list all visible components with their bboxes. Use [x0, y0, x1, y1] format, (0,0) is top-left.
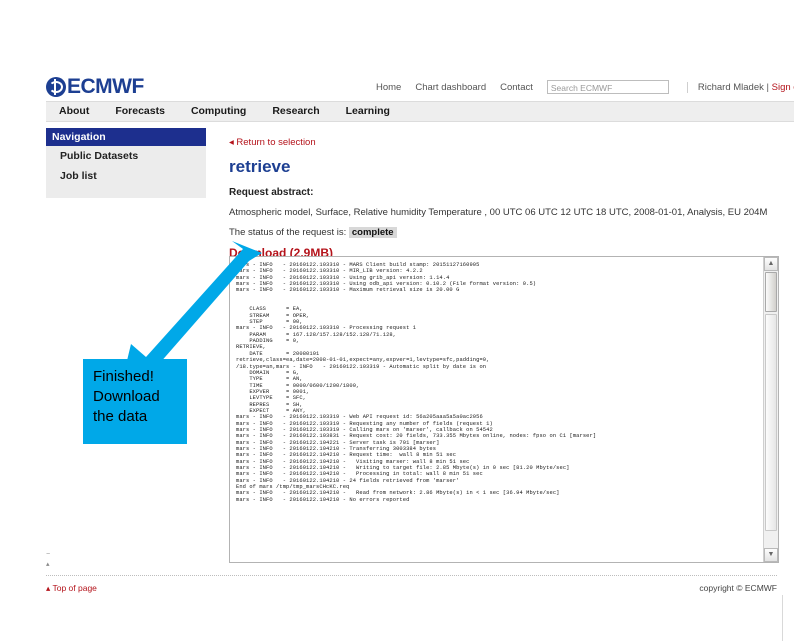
- sidebar-item-public-datasets[interactable]: Public Datasets: [46, 146, 206, 166]
- user-name: Richard Mladek: [697, 81, 764, 93]
- callout-line-1: Finished!: [93, 368, 154, 385]
- request-status-line: The status of the request is: complete: [229, 227, 789, 238]
- utility-nav-chart-dashboard[interactable]: Chart dashboard: [415, 82, 486, 93]
- scrollbar-thumb[interactable]: [765, 272, 777, 312]
- menu-item-forecasts[interactable]: Forecasts: [102, 102, 178, 121]
- copyright-text: copyright © ECMWF: [699, 583, 777, 593]
- callout-line-3: the data: [93, 408, 148, 425]
- chevron-up-icon[interactable]: ▲: [764, 257, 778, 271]
- menu-item-learning[interactable]: Learning: [333, 102, 403, 121]
- page-title: retrieve: [229, 157, 291, 176]
- scrollbar-track[interactable]: [765, 314, 777, 531]
- callout-line-2: Download: [93, 388, 160, 405]
- annotation-callout: Finished! Download the data: [83, 359, 187, 444]
- job-output-console: mars - INFO - 20160122.103310 - MARS Cli…: [229, 256, 779, 563]
- sidebar-navigation: Navigation Public Datasets Job list: [46, 128, 206, 198]
- utility-nav-contact[interactable]: Contact: [500, 82, 533, 93]
- utility-nav-home[interactable]: Home: [376, 82, 401, 93]
- menu-item-about[interactable]: About: [46, 102, 102, 121]
- sidebar-filler: [46, 186, 206, 198]
- active-page: ECMWF Home Chart dashboard Contact Searc…: [0, 0, 794, 595]
- footer-divider: [46, 575, 777, 576]
- sidebar-item-job-list[interactable]: Job list: [46, 166, 206, 186]
- console-vertical-scrollbar[interactable]: ▲ ▼: [763, 257, 778, 562]
- main-menu-bar: About Forecasts Computing Research Learn…: [46, 101, 794, 122]
- sign-out-link[interactable]: Sign out: [772, 82, 794, 93]
- menu-item-research[interactable]: Research: [259, 102, 332, 121]
- menu-item-computing[interactable]: Computing: [178, 102, 259, 121]
- request-status-prefix: The status of the request is:: [229, 227, 347, 238]
- status-badge: complete: [348, 227, 397, 238]
- top-of-page-link[interactable]: ▴ Top of page: [46, 583, 97, 594]
- main-content: ◂ Return to selection retrieve Request a…: [229, 137, 789, 262]
- user-session-box: Richard Mladek | Sign out: [686, 81, 794, 93]
- sidebar-header: Navigation: [46, 128, 206, 146]
- scroll-tick-lower: ▴: [46, 561, 50, 568]
- utility-nav: Home Chart dashboard Contact Search ECMW…: [376, 80, 794, 94]
- request-abstract-text: Atmospheric model, Surface, Relative hum…: [229, 207, 768, 218]
- return-to-selection-link[interactable]: ◂ Return to selection: [229, 137, 789, 148]
- chevron-down-icon[interactable]: ▼: [764, 548, 778, 562]
- ecmwf-globe-icon: [46, 76, 66, 97]
- ecmwf-wordmark: ECMWF: [67, 75, 144, 98]
- console-scroll-area: mars - INFO - 20160122.103310 - MARS Cli…: [230, 257, 764, 562]
- ecmwf-logo[interactable]: ECMWF: [46, 76, 144, 97]
- search-input[interactable]: Search ECMWF: [546, 80, 669, 94]
- console-log-text: mars - INFO - 20160122.103310 - MARS Cli…: [236, 262, 597, 503]
- request-abstract-label: Request abstract:: [229, 187, 314, 198]
- scroll-tick-upper: −: [46, 551, 51, 558]
- user-separator: |: [766, 81, 769, 93]
